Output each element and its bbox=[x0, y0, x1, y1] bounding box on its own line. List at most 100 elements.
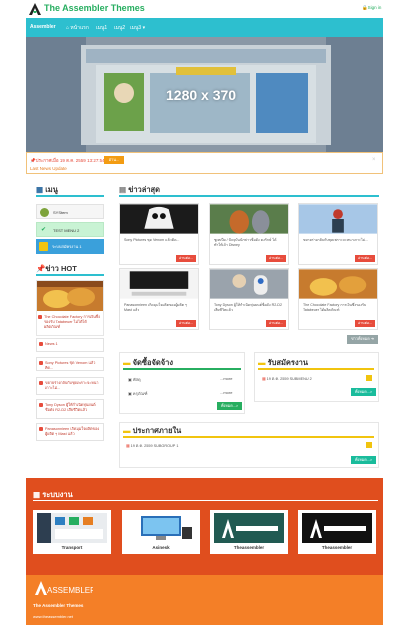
home-icon: ⌂ bbox=[66, 25, 70, 31]
announce-row[interactable]: ▦ 19 ต.ค. 2559 SUBGROUP 1 bbox=[126, 443, 178, 449]
jobs-row[interactable]: ▦ 19 ต.ค. 2559 SUBMENU 2 bbox=[262, 376, 312, 382]
news-card[interactable]: ขยายร่างกลับกับชุดเพราะจะหนาเกาะไม่... อ… bbox=[298, 203, 378, 265]
jobs-row-text: 19 ต.ค. 2559 SUBMENU 2 bbox=[266, 377, 312, 381]
document-icon bbox=[39, 242, 48, 251]
check-icon: ✔ bbox=[41, 227, 47, 233]
procurement-row[interactable]: ▣ ครุภัณฑ์ bbox=[128, 390, 147, 397]
sidebar-item-register[interactable]: ระบบสมัครงาน 1 bbox=[36, 239, 104, 254]
divider bbox=[36, 274, 104, 276]
newspaper-icon: ▤ bbox=[119, 185, 127, 194]
news-card[interactable]: ซูเทเปีย / ปัจจุบันนักข่าวชื่อดัง คงรักษ… bbox=[209, 203, 289, 265]
hot-news-item[interactable]: The Chocolate Factory การเงินซึ่งรองรับ … bbox=[36, 312, 104, 332]
hot-news-item-text: The Chocolate Factory การเงินซึ่งรองรับ … bbox=[44, 315, 101, 329]
pin-icon bbox=[39, 427, 43, 431]
assembler-logo-icon[interactable] bbox=[28, 2, 42, 16]
sign-in-link[interactable]: 🔒Sign in bbox=[362, 5, 381, 11]
divider bbox=[258, 368, 374, 370]
hot-news-item[interactable]: Tony Dyson ผู้ให้กำเนิดหุ่นยนต์ชื่อดัง R… bbox=[36, 399, 104, 419]
jobs-all-button[interactable]: ทั้งหมด...> bbox=[351, 388, 376, 396]
hot-news-item-text: Tony Dyson ผู้ให้กำเนิดหุ่นยนต์ชื่อดัง R… bbox=[45, 403, 96, 412]
globe-icon bbox=[40, 208, 49, 217]
site-title[interactable]: The Assembler Themes bbox=[44, 3, 145, 13]
list-icon: ▣ bbox=[128, 377, 132, 382]
hot-news-item[interactable]: News 1 bbox=[36, 338, 104, 352]
sidebar-item-label: SYStem bbox=[53, 210, 68, 215]
nav-brand[interactable]: Assembler bbox=[30, 24, 56, 30]
system-card-label: Theassembler bbox=[321, 545, 353, 550]
calendar-icon: ▦ bbox=[126, 444, 130, 448]
system-card-theassembler[interactable]: Theassembler bbox=[210, 510, 288, 554]
nav-item-menu3[interactable]: เมนู3 ▾ bbox=[130, 24, 145, 32]
hot-news-item[interactable]: ขยายร่างกลับกับชุดเพราะจะหนาเกาะไม่... bbox=[36, 377, 104, 395]
sidebar-item-label: ระบบสมัครงาน 1 bbox=[52, 244, 82, 249]
read-more-button[interactable]: อ่านต่อ... bbox=[355, 255, 375, 262]
system-card-asinesk[interactable]: Asinesk bbox=[122, 510, 200, 554]
sidebar-item-system[interactable]: SYStem bbox=[36, 204, 104, 219]
news-ticker-date: 📌ประกาศเมื่อ 19 ต.ค. 2559 13:27:54 bbox=[30, 157, 105, 164]
nav-item-menu1[interactable]: เมนู1 bbox=[96, 24, 107, 32]
news-card[interactable]: Sony Pictures ชุด Venom แล้วคิด... อ่านต… bbox=[119, 203, 199, 265]
procurement-row[interactable]: ▣ พัสดุ bbox=[128, 376, 141, 383]
read-more-button[interactable]: อ่านต่อ... bbox=[176, 255, 196, 262]
folder-icon: ▬ bbox=[258, 358, 266, 367]
grid-icon: ▦ bbox=[33, 490, 41, 499]
procurement-all-button[interactable]: ทั้งหมด...> bbox=[217, 402, 242, 410]
all-news-button[interactable]: ข่าวทั้งหมด ➜ bbox=[347, 335, 378, 344]
hot-news-title-text: ข่าว HOT bbox=[45, 264, 77, 273]
read-more-button[interactable]: อ่านต่อ... bbox=[266, 320, 286, 327]
sidebar-item-label: TEST MENU 2 bbox=[53, 228, 80, 233]
system-card-theassembler-2[interactable]: Theassembler bbox=[298, 510, 376, 554]
hot-news-item[interactable]: Panasonnieen เกิดมุมใจผลิตของผู้ผลิต ๆ M… bbox=[36, 423, 104, 441]
system-card-transport[interactable]: Transport bbox=[33, 510, 111, 554]
news-card-image bbox=[299, 204, 377, 234]
news-card[interactable]: Panasonnieen เกิดมุมใจผลิตของผู้ผลิต ๆ M… bbox=[119, 268, 199, 330]
folder-icon: ▬ bbox=[123, 426, 131, 435]
hot-news-image bbox=[37, 281, 103, 311]
hot-news-item-text: ขยายร่างกลับกับชุดเพราะจะหนาเกาะไม่... bbox=[45, 381, 99, 390]
nav-item-menu2[interactable]: เมนู2 bbox=[114, 24, 125, 32]
last-news-update-link[interactable]: Last News Update bbox=[30, 166, 67, 171]
system-card-image bbox=[37, 513, 107, 543]
sidebar-menu-title-text: เมนู bbox=[45, 185, 58, 194]
pin-icon bbox=[38, 315, 42, 319]
news-card[interactable]: The Chocolate Factory การเงินซึ่งรองรับ … bbox=[298, 268, 378, 330]
read-more-button[interactable]: อ่านต่อ... bbox=[266, 255, 286, 262]
footer-url-link[interactable]: www.theassembler.net bbox=[33, 614, 73, 619]
nav-item-home[interactable]: ⌂ หน้าแรก bbox=[66, 24, 89, 32]
news-card-title: ซูเทเปีย / ปัจจุบันนักข่าวชื่อดัง คงรักษ… bbox=[214, 238, 277, 247]
document-icon bbox=[366, 442, 372, 448]
news-ticker-text: ประกาศเมื่อ 19 ต.ค. 2559 13:27:54 bbox=[35, 158, 105, 163]
system-card-label: Asinesk bbox=[152, 545, 170, 550]
announce-all-button[interactable]: ทั้งหมด...> bbox=[351, 456, 376, 464]
slider-size-label: 1280 x 370 bbox=[166, 87, 237, 103]
sidebar-item-test-menu-2[interactable]: ✔ TEST MENU 2 bbox=[36, 222, 104, 237]
news-card[interactable]: Tony Dyson ผู้ให้กำเนิดหุ่นยนต์ชื่อดัง R… bbox=[209, 268, 289, 330]
footer-logo-text: ASSEMBLER bbox=[47, 586, 93, 595]
calendar-icon: ▦ bbox=[262, 377, 266, 381]
main-navbar: Assembler ⌂ หน้าแรก เมนู1 เมนู2 เมนู3 ▾ bbox=[26, 18, 383, 37]
pin-icon: 📌 bbox=[36, 264, 46, 273]
jobs-title-text: รับสมัครงาน bbox=[267, 358, 308, 367]
system-card-label: Transport bbox=[61, 545, 83, 550]
news-card-image bbox=[120, 204, 198, 234]
more-link[interactable]: ...more bbox=[220, 376, 232, 381]
footer-logo[interactable]: ASSEMBLER bbox=[33, 580, 93, 596]
systems-title-text: ระบบงาน bbox=[42, 490, 73, 499]
hot-news-item[interactable]: Sony Pictures ชุด Venom แล้วคิด... bbox=[36, 357, 104, 371]
news-ticker-read-button[interactable]: อ่าน... bbox=[104, 156, 124, 164]
folder-icon: ▬ bbox=[123, 358, 131, 367]
news-card-image bbox=[120, 269, 198, 299]
divider bbox=[123, 368, 241, 370]
read-more-button[interactable]: อ่านต่อ... bbox=[176, 320, 196, 327]
document-icon bbox=[366, 375, 372, 381]
grid-icon: ▦ bbox=[36, 185, 44, 194]
sign-in-label: Sign in bbox=[367, 5, 382, 10]
hot-news-item-text: Panasonnieen เกิดมุมใจผลิตของผู้ผลิต ๆ M… bbox=[45, 427, 100, 436]
assembler-logo-image bbox=[302, 513, 372, 543]
hot-news-item-text: Sony Pictures ชุด Venom แล้วคิด... bbox=[45, 361, 96, 370]
pin-icon bbox=[39, 381, 43, 385]
more-link[interactable]: ...more bbox=[220, 390, 232, 395]
close-icon[interactable]: × bbox=[372, 157, 376, 163]
read-more-button[interactable]: อ่านต่อ... bbox=[355, 320, 375, 327]
hot-news-item-text: News 1 bbox=[45, 342, 58, 346]
